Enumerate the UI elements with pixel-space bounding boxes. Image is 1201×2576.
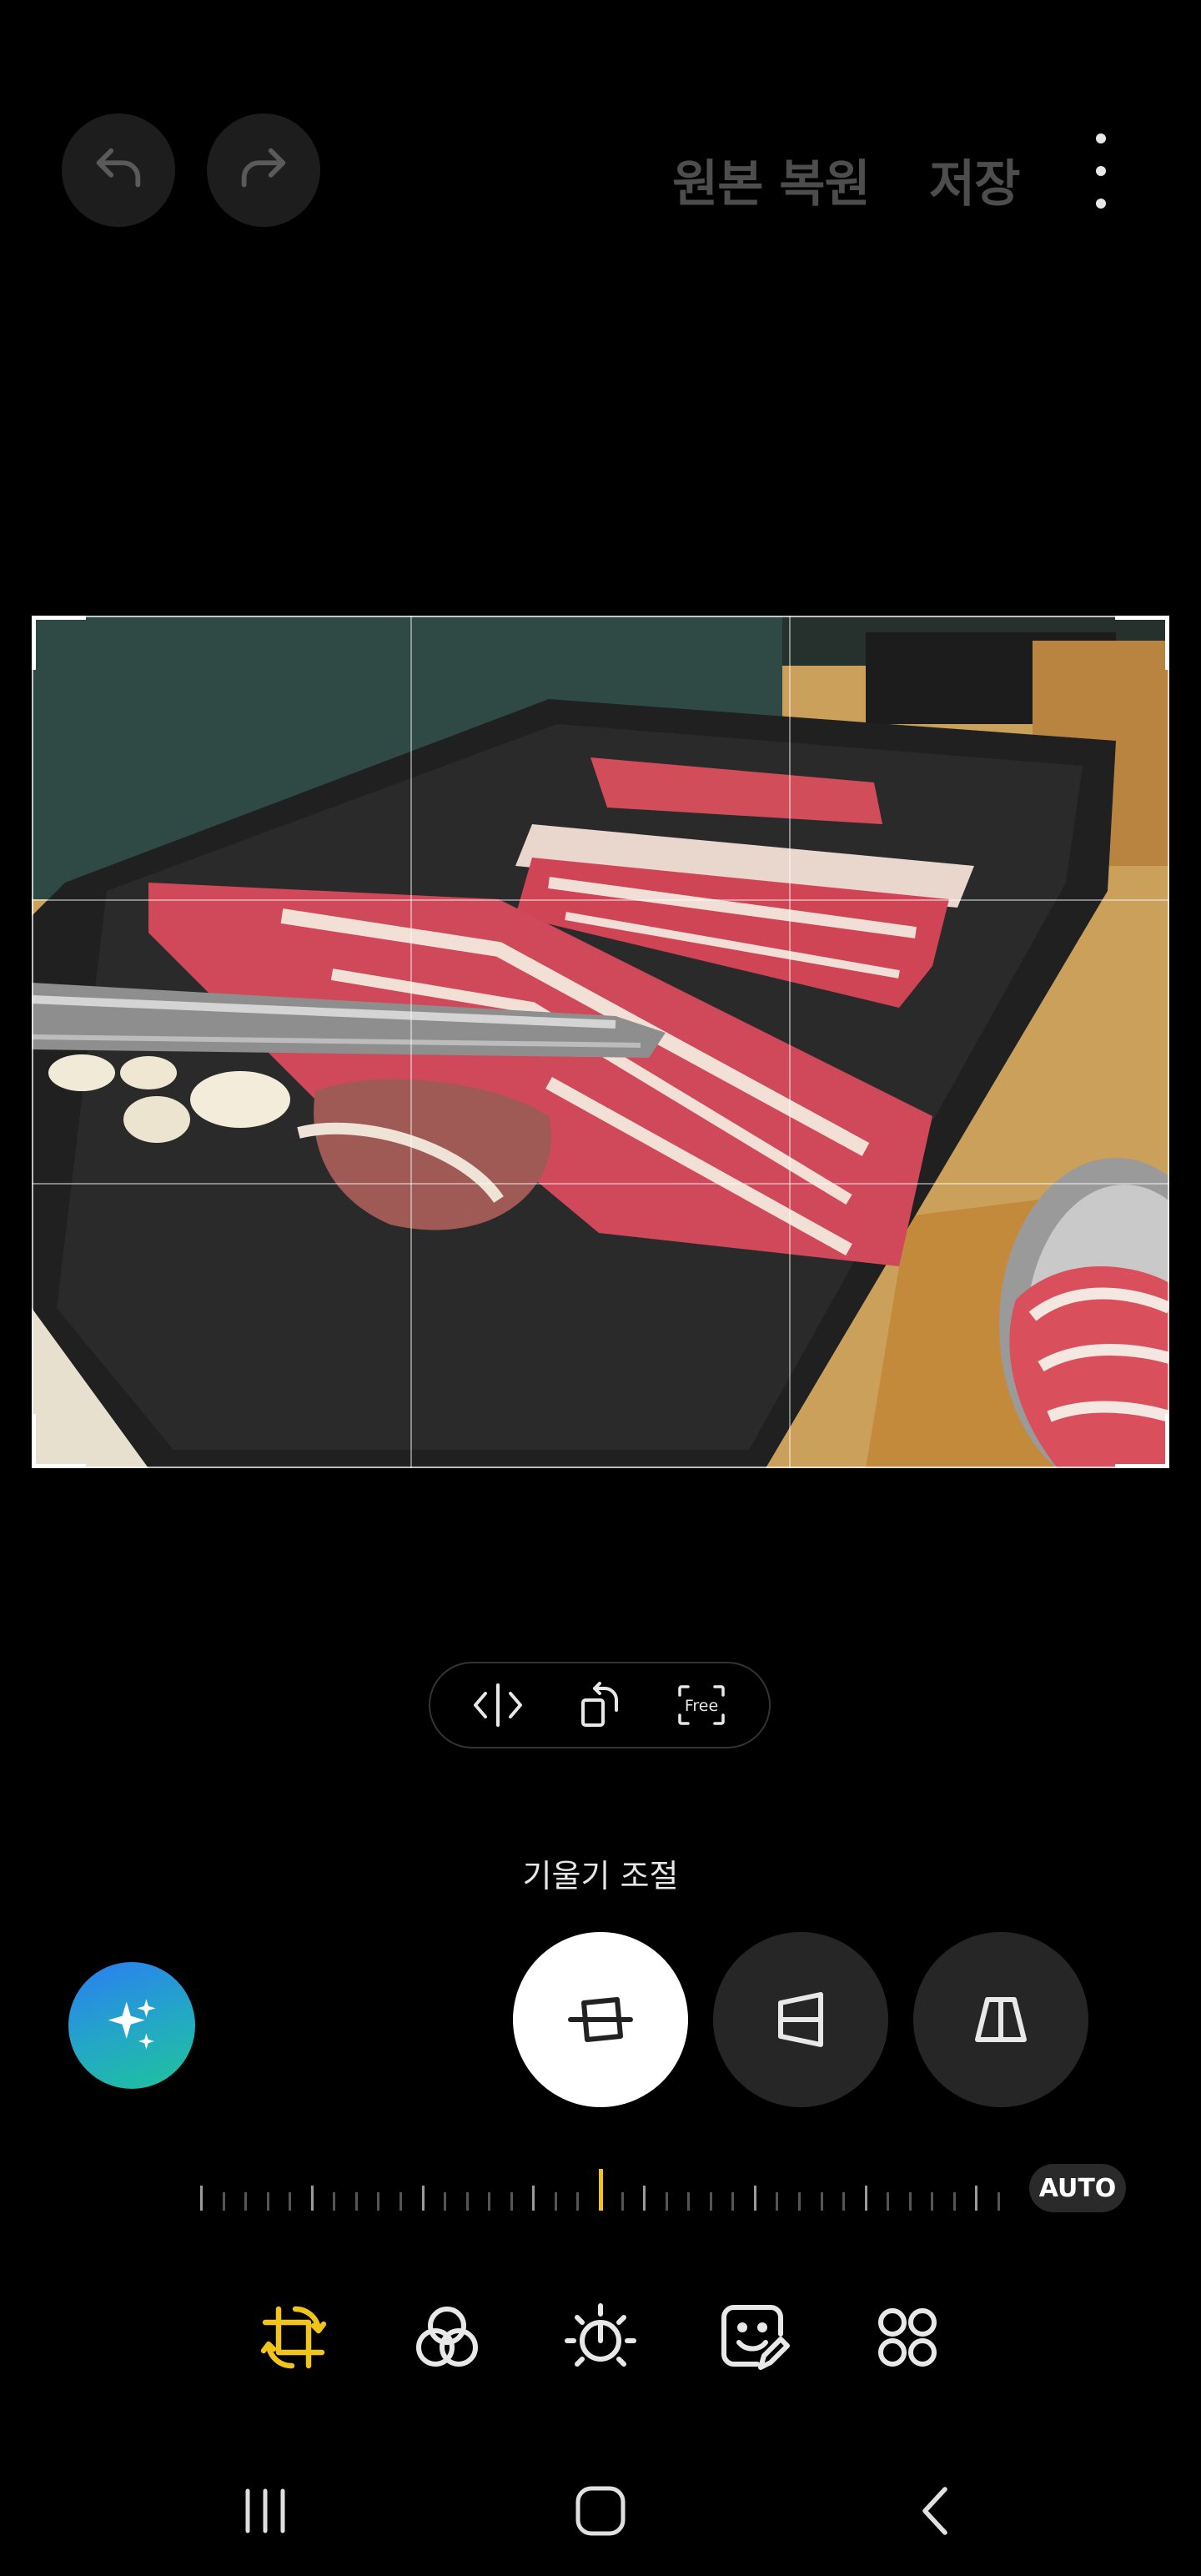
tool-brightness[interactable] — [559, 2296, 642, 2379]
rotate-icon — [581, 1682, 618, 1727]
tool-stickers[interactable] — [712, 2296, 796, 2379]
tilt-tick — [510, 2192, 513, 2211]
photo-canvas[interactable] — [32, 616, 1169, 1468]
tilt-tick — [710, 2192, 712, 2211]
redo-button[interactable] — [207, 113, 320, 227]
sparkle-icon — [108, 1999, 156, 2050]
undo-button[interactable] — [62, 113, 175, 227]
tilt-tick — [909, 2192, 912, 2211]
tilt-tick — [576, 2192, 579, 2211]
tilt-tick — [311, 2186, 314, 2211]
tilt-tick — [754, 2186, 756, 2211]
tilt-slider[interactable] — [200, 2169, 1001, 2211]
transform-toolbar: Free — [429, 1662, 771, 1748]
tilt-tick — [731, 2192, 734, 2211]
aspect-ratio-icon: Free — [678, 1685, 725, 1725]
brightness-icon — [565, 2303, 636, 2367]
crop-frame — [32, 616, 1169, 1468]
tilt-tick — [798, 2192, 801, 2211]
tilt-tick — [621, 2192, 624, 2211]
tilt-tick — [687, 2192, 690, 2211]
tilt-tick — [953, 2192, 956, 2211]
tilt-tick — [444, 2192, 446, 2211]
tilt-tick — [931, 2192, 933, 2211]
tool-crop-rotate[interactable] — [252, 2296, 335, 2379]
home-icon — [575, 2486, 626, 2536]
tilt-tick — [200, 2186, 203, 2211]
aspect-ratio-button[interactable]: Free — [664, 1668, 739, 1743]
tilt-tick — [422, 2186, 425, 2211]
tool-filters[interactable] — [405, 2296, 489, 2379]
flip-button[interactable] — [460, 1668, 535, 1743]
tilt-tick — [666, 2192, 668, 2211]
redo-arrow-icon — [241, 148, 286, 188]
back-icon — [922, 2487, 947, 2535]
auto-button[interactable]: AUTO — [1029, 2164, 1126, 2212]
more-options-button[interactable] — [1084, 133, 1118, 209]
vertical-perspective-icon — [778, 1992, 823, 2047]
crop-rotate-icon — [260, 2306, 327, 2369]
filters-icon — [416, 2307, 478, 2367]
tilt-tick — [555, 2192, 557, 2211]
tilt-tick — [842, 2192, 845, 2211]
tilt-tick — [975, 2186, 977, 2211]
flip-horizontal-icon — [474, 1683, 522, 1727]
tilt-tick — [355, 2192, 358, 2211]
vertical-perspective-button[interactable] — [713, 1932, 888, 2107]
tilt-tick — [821, 2192, 823, 2211]
undo-arrow-icon — [96, 148, 141, 188]
tilt-tick — [223, 2192, 225, 2211]
more-vertical-icon — [1096, 133, 1106, 143]
tilt-tick — [887, 2192, 889, 2211]
straighten-button[interactable] — [513, 1932, 688, 2107]
tilt-label: 기울기 조절 — [522, 1858, 679, 1894]
tilt-indicator — [599, 2169, 603, 2211]
crop-handle-top-right[interactable] — [1115, 616, 1169, 670]
crop-handle-bottom-right[interactable] — [1115, 1414, 1169, 1468]
nav-recents-button[interactable] — [224, 2469, 307, 2553]
revert-button[interactable]: 원본 복원 — [672, 143, 871, 216]
aspect-ratio-text: Free — [685, 1697, 718, 1715]
tilt-tick — [267, 2192, 269, 2211]
tilt-tick — [466, 2192, 469, 2211]
tilt-tick — [488, 2192, 490, 2211]
tilt-tick — [532, 2186, 535, 2211]
tilt-tick — [377, 2192, 379, 2211]
tilt-tick — [865, 2186, 867, 2211]
rotate-button[interactable] — [562, 1668, 637, 1743]
nav-back-button[interactable] — [894, 2469, 977, 2553]
tool-more[interactable] — [866, 2296, 949, 2379]
horizontal-perspective-button[interactable] — [913, 1932, 1088, 2107]
save-button[interactable]: 저장 — [929, 143, 1020, 216]
tilt-tick — [643, 2186, 646, 2211]
more-tools-icon — [878, 2308, 937, 2367]
straighten-icon — [568, 1997, 633, 2042]
tilt-tick — [399, 2192, 402, 2211]
tilt-tick — [997, 2192, 1000, 2211]
crop-handle-top-left[interactable] — [32, 616, 86, 670]
sticker-edit-icon — [721, 2305, 790, 2370]
tilt-tick — [333, 2192, 335, 2211]
recents-icon — [245, 2488, 285, 2533]
tilt-tick — [776, 2192, 778, 2211]
tilt-tick — [244, 2192, 247, 2211]
crop-handle-bottom-left[interactable] — [32, 1414, 86, 1468]
nav-home-button[interactable] — [559, 2469, 642, 2553]
ai-edit-button[interactable] — [68, 1962, 195, 2089]
horizontal-perspective-icon — [975, 1997, 1027, 2042]
tilt-tick — [289, 2192, 291, 2211]
